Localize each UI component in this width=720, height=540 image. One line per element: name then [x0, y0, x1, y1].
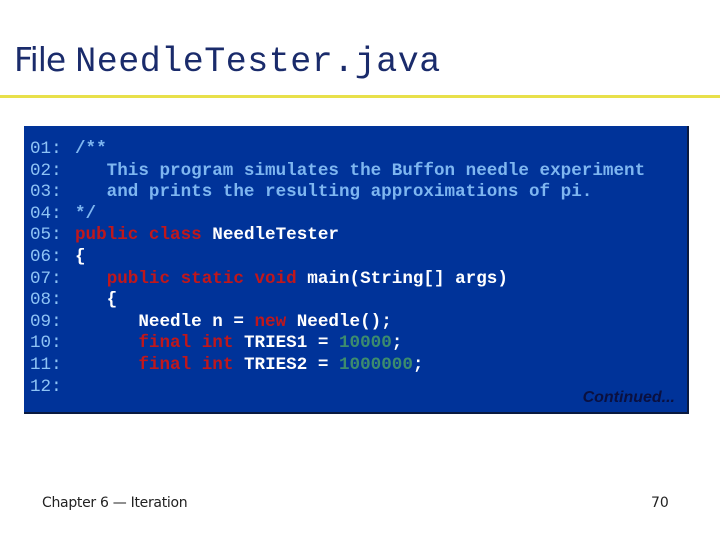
code-line: 11: final int TRIES2 = 1000000;: [30, 355, 645, 377]
code-listing: 01:/** 02: This program simulates the Buf…: [24, 126, 689, 414]
page-number: 70: [651, 495, 669, 511]
slide-title: File NeedleTester.java: [14, 40, 441, 90]
code-line: 03: and prints the resulting approximati…: [30, 182, 645, 204]
code-line: 01: /**: [30, 139, 645, 161]
code-token-number: 10000: [338, 333, 392, 354]
code-lines: 01:/** 02: This program simulates the Buf…: [30, 139, 645, 398]
line-number: 09:: [30, 311, 62, 332]
code-token-plain: NeedleTester: [212, 225, 339, 246]
code-line: 02: This program simulates the Buffon ne…: [30, 161, 645, 183]
title-divider: [0, 95, 720, 98]
footer-chapter: Chapter 6 — Iteration: [42, 495, 188, 511]
code-token-comment: /**: [75, 139, 107, 159]
line-number: 07:: [30, 268, 62, 289]
code-token-keyword: final int: [138, 354, 244, 375]
code-line: 08: {: [30, 290, 645, 312]
code-line: 06: {: [30, 247, 645, 269]
code-line: 09: Needle n = new Needle();: [30, 312, 645, 334]
line-number: 12:: [30, 376, 62, 397]
code-token-plain: ;: [391, 333, 403, 354]
line-number: 08:: [30, 290, 62, 311]
code-token-plain: main(String[] args): [307, 268, 508, 289]
code-token-plain: ;: [412, 354, 424, 375]
code-line: 04: */: [30, 204, 645, 226]
code-token-keyword: final int: [138, 333, 244, 354]
code-token-plain: {: [75, 246, 86, 267]
code-token-plain: TRIES1 =: [243, 333, 339, 354]
code-line: 05: public class NeedleTester: [30, 225, 645, 247]
code-token-plain: TRIES2 =: [243, 354, 339, 375]
line-number: 02:: [30, 160, 62, 181]
line-number: 04:: [30, 203, 62, 224]
continued-label: Continued...: [582, 389, 675, 406]
line-number: 01:: [30, 139, 62, 159]
code-token-keyword: new: [254, 311, 297, 332]
code-token-comment: This program simulates the Buffon needle…: [75, 160, 646, 181]
code-line: 07: public static void main(String[] arg…: [30, 269, 645, 291]
code-token-plain: Needle n =: [75, 311, 255, 332]
line-number: 10:: [30, 333, 62, 354]
code-token-plain: {: [75, 290, 118, 311]
code-token-keyword: public class: [75, 225, 213, 246]
code-token-comment: and prints the resulting approximations …: [75, 182, 593, 203]
title-filename: NeedleTester.java: [75, 42, 441, 82]
title-label: File: [14, 40, 66, 79]
code-token-keyword: public static void: [106, 268, 308, 289]
line-number: 06:: [30, 246, 62, 267]
code-token-comment: */: [75, 203, 97, 224]
code-line: 10: final int TRIES1 = 10000;: [30, 333, 645, 355]
code-line: 12:: [30, 377, 645, 399]
line-number: 11:: [30, 354, 62, 375]
code-token-plain: Needle();: [296, 311, 392, 332]
code-token-number: 1000000: [338, 354, 413, 375]
line-number: 05:: [30, 225, 62, 246]
line-number: 03:: [30, 182, 62, 203]
